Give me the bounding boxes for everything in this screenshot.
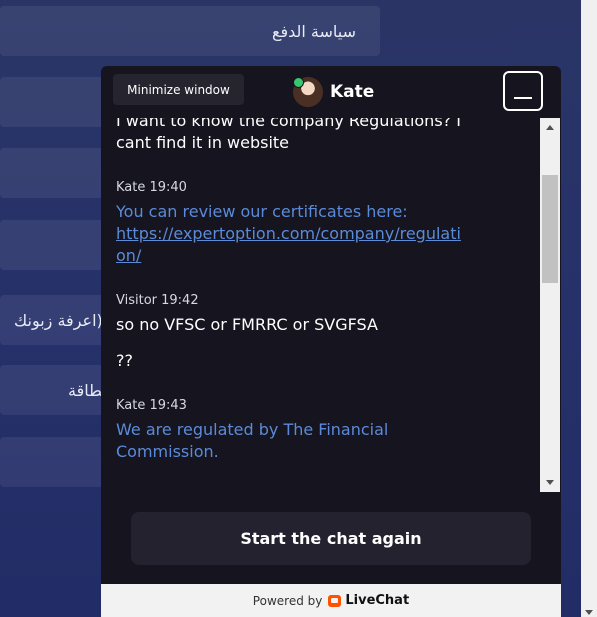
minimize-window-button[interactable] [503,71,543,111]
start-chat-again-button[interactable]: Start the chat again [131,512,531,565]
scroll-down-arrow-icon[interactable] [585,610,593,615]
chat-scrollbar[interactable] [540,118,560,492]
message-meta: Kate 19:43 [116,398,187,413]
chat-widget: Kate I want to know the company Regulati… [101,66,561,617]
page-scrollbar[interactable] [581,0,597,617]
visitor-message: so no VFSC or FMRRC or SVGFSA [116,315,378,334]
minimize-tooltip: Minimize window [113,74,244,105]
scroll-down-arrow-icon[interactable] [546,480,554,485]
livechat-brand: LiveChat [345,593,410,608]
visitor-message: I want to know the company Regulations? … [116,118,461,152]
scrollbar-thumb[interactable] [542,175,558,283]
powered-by-label: Powered by [252,593,323,608]
message-list[interactable]: I want to know the company Regulations? … [101,118,540,492]
agent-name: Kate [330,82,375,102]
background-menu-item-payment-policy[interactable]: سياسة الدفع [0,6,380,56]
background-menu-label: اعرفة زبونك) [14,310,103,330]
agent-avatar [293,77,323,107]
scroll-up-arrow-icon[interactable] [546,125,554,130]
online-status-dot [293,77,304,88]
agent-message: We are regulated by The Financial Commis… [116,420,389,461]
agent-info: Kate [293,77,374,107]
visitor-message: ?? [116,351,133,370]
message-meta: Visitor 19:42 [116,293,199,308]
message-meta: Kate 19:40 [116,180,187,195]
agent-message: You can review our certificates here: [116,202,408,221]
regulation-link[interactable]: https://expertoption.com/company/regulat… [116,224,461,265]
powered-by-footer[interactable]: Powered by LiveChat [101,584,561,617]
background-menu-label: سياسة الدفع [271,21,356,41]
livechat-logo-icon [328,594,342,607]
